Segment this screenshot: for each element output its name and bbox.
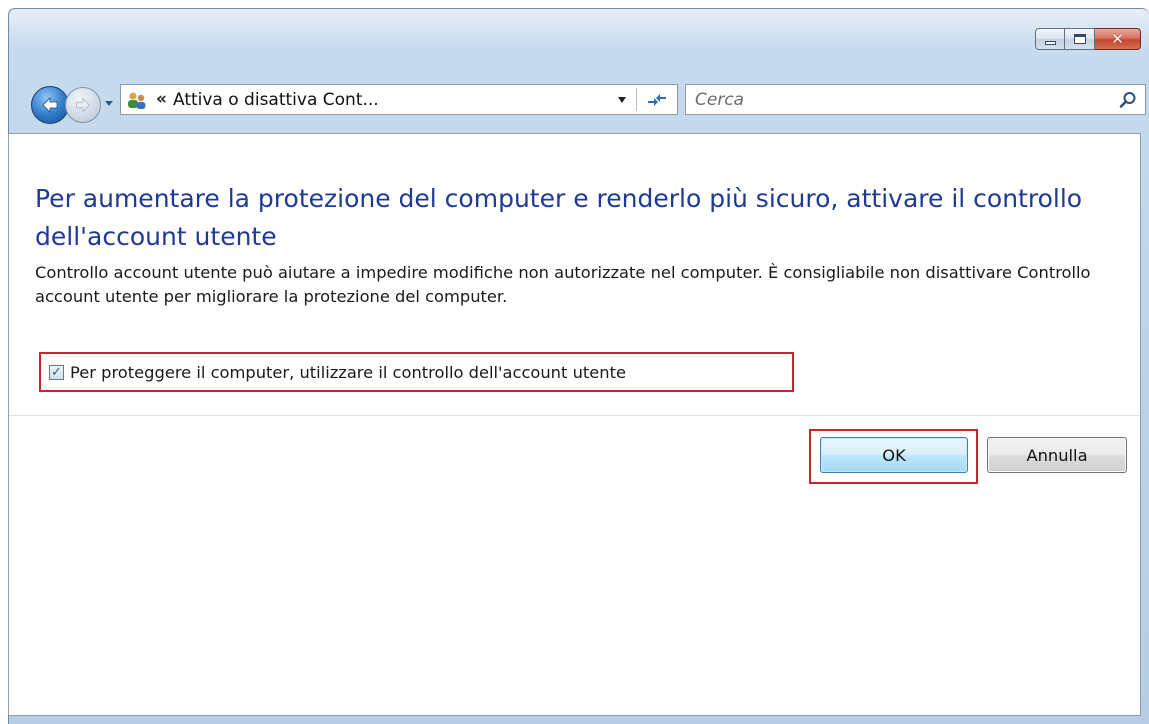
back-button[interactable] <box>31 86 69 124</box>
search-box[interactable]: Cerca <box>685 84 1146 115</box>
minimize-icon <box>1044 41 1056 45</box>
address-bar[interactable]: « Attiva o disattiva Cont... <box>120 84 678 115</box>
maximize-button[interactable] <box>1065 28 1095 50</box>
recent-pages-dropdown[interactable] <box>104 98 114 108</box>
forward-button[interactable] <box>65 87 101 123</box>
uac-checkbox[interactable]: ✓ <box>49 364 64 380</box>
caption-buttons: ✕ <box>1035 28 1141 50</box>
close-icon: ✕ <box>1111 29 1124 48</box>
chevron-down-icon <box>618 96 626 103</box>
divider <box>9 415 1140 416</box>
refresh-icon <box>648 93 666 106</box>
search-input[interactable]: Cerca <box>695 90 744 110</box>
breadcrumb[interactable]: Attiva o disattiva Cont... <box>173 90 379 110</box>
cancel-button[interactable]: Annulla <box>987 437 1127 473</box>
description-text: Controllo account utente può aiutare a i… <box>35 263 1091 306</box>
refresh-button[interactable] <box>637 85 677 114</box>
arrow-left-icon <box>42 97 58 113</box>
close-button[interactable]: ✕ <box>1095 28 1141 50</box>
user-accounts-icon <box>126 90 148 110</box>
address-dropdown-button[interactable] <box>611 85 633 114</box>
breadcrumb-overflow[interactable]: « <box>156 91 167 108</box>
page-title: Per aumentare la protezione del computer… <box>35 184 1083 251</box>
check-icon: ✓ <box>51 364 62 380</box>
maximize-icon <box>1073 34 1086 44</box>
search-icon[interactable] <box>1119 91 1137 109</box>
navigation-bar: « Attiva o disattiva Cont... Cerca <box>9 81 1149 124</box>
arrow-right-icon <box>76 97 90 113</box>
minimize-button[interactable] <box>1035 28 1065 50</box>
content-panel: Per aumentare la protezione del computer… <box>8 133 1141 716</box>
uac-checkbox-label[interactable]: Per proteggere il computer, utilizzare i… <box>70 363 626 382</box>
uac-option-highlight: ✓ Per proteggere il computer, utilizzare… <box>39 352 794 392</box>
ok-button[interactable]: OK <box>820 437 968 473</box>
